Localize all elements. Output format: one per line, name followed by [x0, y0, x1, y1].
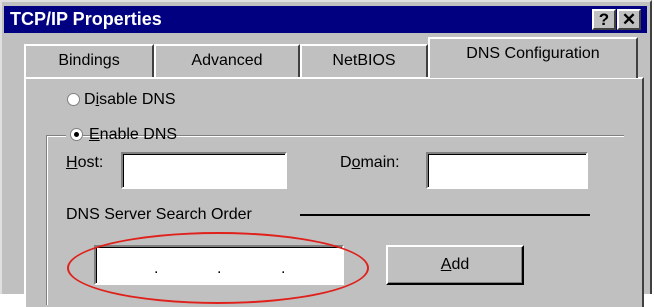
- enable-dns-label[interactable]: Enable DNS: [89, 126, 183, 144]
- host-label: Host:: [66, 154, 103, 172]
- add-button-label-rest: dd: [451, 256, 470, 273]
- dialog-title: TCP/IP Properties: [10, 9, 162, 29]
- help-icon: ?: [598, 10, 610, 29]
- title-bar[interactable]: TCP/IP Properties ? ✕: [4, 6, 647, 33]
- ip-separator-2: .: [217, 260, 222, 277]
- disable-dns-label-part: D: [84, 91, 96, 108]
- tab-bindings[interactable]: Bindings: [24, 44, 154, 77]
- dns-server-ip-input[interactable]: . . .: [94, 245, 344, 285]
- tab-netbios[interactable]: NetBIOS: [300, 44, 428, 77]
- disable-dns-radio[interactable]: [67, 93, 80, 106]
- tab-advanced-label: Advanced: [191, 52, 263, 69]
- dns-search-order-label: DNS Server Search Order: [66, 206, 252, 223]
- close-icon: ✕: [621, 10, 637, 29]
- tab-advanced[interactable]: Advanced: [154, 44, 300, 77]
- tab-bindings-label: Bindings: [58, 52, 120, 69]
- enable-dns-label-rest: nable DNS: [99, 126, 178, 143]
- domain-label: Domain:: [340, 154, 400, 172]
- enable-dns-legend: Enable DNS: [66, 124, 177, 146]
- tab-dns-configuration[interactable]: DNS Configuration: [428, 37, 638, 78]
- ip-separator-1: .: [154, 260, 159, 277]
- host-input[interactable]: [121, 152, 287, 189]
- domain-label-part: D: [340, 154, 352, 171]
- host-mnemonic: H: [66, 154, 78, 171]
- close-button[interactable]: ✕: [617, 9, 641, 30]
- domain-label-rest: main:: [360, 154, 400, 171]
- tab-netbios-label: NetBIOS: [332, 52, 396, 69]
- disable-dns-label-rest: sable DNS: [99, 91, 176, 108]
- add-mnemonic: A: [440, 256, 452, 273]
- domain-input[interactable]: [426, 152, 588, 189]
- separator-line: [300, 214, 590, 216]
- add-button[interactable]: Add: [386, 245, 524, 285]
- radio-selected-dot: [74, 132, 79, 137]
- tab-dns-configuration-label: DNS Configuration: [466, 45, 600, 62]
- enable-dns-mnemonic: E: [89, 126, 100, 143]
- enable-dns-radio[interactable]: [70, 128, 83, 141]
- ip-separator-3: .: [281, 260, 286, 277]
- host-label-rest: ost:: [77, 154, 104, 171]
- disable-dns-label[interactable]: Disable DNS: [84, 91, 176, 109]
- help-button[interactable]: ?: [592, 9, 616, 30]
